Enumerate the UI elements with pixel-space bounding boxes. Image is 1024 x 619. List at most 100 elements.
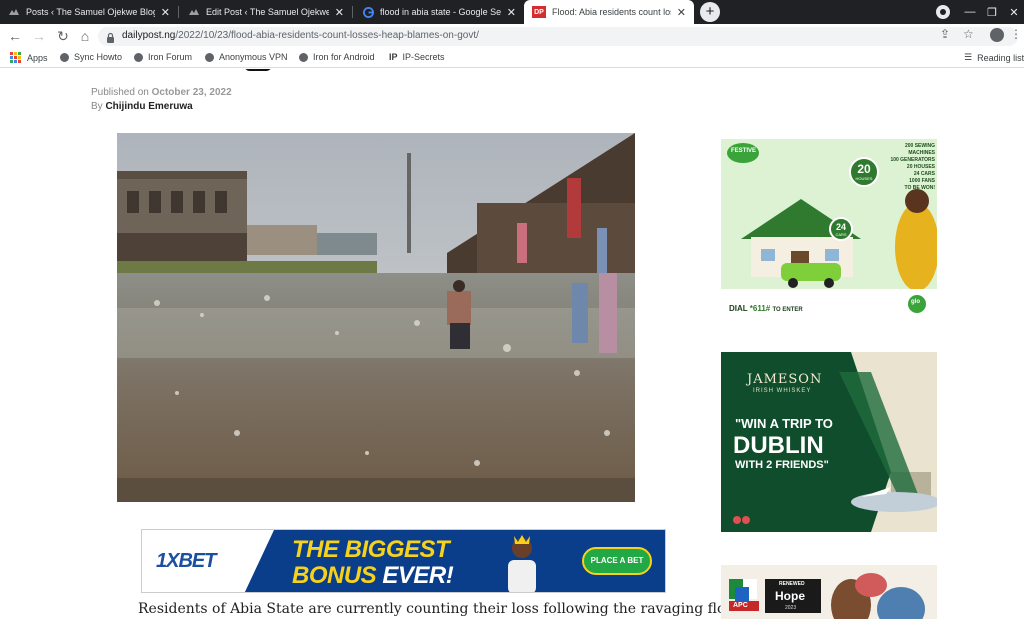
bookmark-label: Apps xyxy=(27,52,48,63)
close-window-icon[interactable]: ✕ xyxy=(1004,0,1024,24)
hope-label: Hope xyxy=(775,589,805,603)
page-content: Published on October 23, 2022 By Chijind… xyxy=(0,69,1024,619)
byline: By Chijindu Emeruwa xyxy=(91,101,193,112)
jameson-brand: JAMESON xyxy=(747,372,823,387)
share-icon[interactable]: ⇪ xyxy=(940,27,950,41)
bookmark-star-icon[interactable]: ☆ xyxy=(963,27,974,41)
apc-ad-graphic xyxy=(721,565,937,619)
1xbet-headline-bonus: BONUS xyxy=(292,562,377,589)
year-label: 2023 xyxy=(785,605,797,611)
houses-count: 20 xyxy=(857,162,871,176)
reading-list-label: Reading list xyxy=(977,52,1024,63)
tab-separator xyxy=(178,6,179,18)
forward-button[interactable]: → xyxy=(30,27,48,45)
bookmark-sync-howto[interactable]: Sync Howto xyxy=(60,52,122,62)
glo-festive-ad[interactable]: FESTIVE 20 HOUSES 24 CARS 200 SEWING MAC… xyxy=(721,139,937,319)
tab-strip: Posts ‹ The Samuel Ojekwe Blog ✕ Edit Po… xyxy=(0,0,1024,24)
url-text: dailypost.ng/2022/10/23/flood-abia-resid… xyxy=(122,30,479,41)
google-icon xyxy=(362,6,374,18)
ip-icon: IP xyxy=(389,52,398,62)
1xbet-ad-banner[interactable]: 1XBET THE BIGGEST BONUS EVER! PLACE A BE… xyxy=(141,529,666,593)
profile-avatar[interactable] xyxy=(990,28,1004,42)
bookmark-label: Iron for Android xyxy=(313,52,375,62)
cars-badge: 24 CARS xyxy=(829,217,853,241)
close-icon[interactable]: ✕ xyxy=(335,6,344,19)
browser-toolbar: ← → ↻ ⌂ dailypost.ng/2022/10/23/flood-ab… xyxy=(0,24,1024,48)
jameson-ad[interactable]: JAMESON IRISH WHISKEY "WIN A TRIP TO DUB… xyxy=(721,352,937,532)
bookmark-anonymous-vpn[interactable]: Anonymous VPN xyxy=(205,52,288,62)
flood-scene-image xyxy=(117,133,635,502)
prize-list: 200 SEWING MACHINES 100 GENERATORS 20 HO… xyxy=(890,143,935,191)
close-icon[interactable]: ✕ xyxy=(507,6,516,19)
bookmark-label: Sync Howto xyxy=(74,52,123,62)
more-menu-icon[interactable]: ⋮ xyxy=(1010,27,1022,41)
back-button[interactable]: ← xyxy=(6,27,24,45)
ad-divider-shape xyxy=(244,530,274,592)
bookmark-iron-forum[interactable]: Iron Forum xyxy=(134,52,192,62)
new-tab-button[interactable]: + xyxy=(700,2,720,22)
bookmark-label: Iron Forum xyxy=(148,52,193,62)
tab-google-search[interactable]: flood in abia state - Google Search ✕ xyxy=(354,0,524,24)
1xbet-logo-panel: 1XBET xyxy=(142,530,244,592)
cars-count: 24 xyxy=(835,222,846,232)
url-host: dailypost.ng xyxy=(122,30,176,41)
home-button[interactable]: ⌂ xyxy=(76,27,94,45)
article-photo xyxy=(117,133,635,502)
tab-title: Posts ‹ The Samuel Ojekwe Blog xyxy=(26,7,155,17)
jameson-sub: IRISH WHISKEY xyxy=(753,388,812,394)
apps-grid-icon xyxy=(10,52,21,63)
close-icon[interactable]: ✕ xyxy=(161,6,170,19)
tab-dailypost[interactable]: DP Flood: Abia residents count losses ✕ xyxy=(524,0,694,24)
bookmark-apps[interactable]: Apps xyxy=(10,52,48,63)
globe-icon xyxy=(299,52,308,62)
published-prefix: Published on xyxy=(91,87,149,98)
reload-button[interactable]: ↻ xyxy=(54,27,72,45)
tab-edit-post[interactable]: Edit Post ‹ The Samuel Ojekwe Blog ✕ xyxy=(180,0,352,24)
tab-posts[interactable]: Posts ‹ The Samuel Ojekwe Blog ✕ xyxy=(0,0,178,24)
article-first-paragraph: Residents of Abia State are currently co… xyxy=(138,601,743,617)
url-path: /2022/10/23/flood-abia-residents-count-l… xyxy=(175,30,479,41)
houses-badge: 20 HOUSES xyxy=(849,157,879,187)
cars-label: CARS xyxy=(835,232,847,237)
minimize-icon[interactable]: — xyxy=(960,0,980,24)
by-prefix: By xyxy=(91,101,103,112)
jameson-line-3: WITH 2 FRIENDS" xyxy=(735,459,829,471)
reading-list-button[interactable]: ☰ Reading list xyxy=(964,52,1024,63)
restore-icon[interactable]: ❐ xyxy=(982,0,1002,24)
jameson-line-2: DUBLIN xyxy=(733,432,824,459)
wordpress-icon xyxy=(8,6,20,18)
globe-icon xyxy=(60,52,69,62)
bookmark-ip-secrets[interactable]: IP IP-Secrets xyxy=(389,52,445,62)
address-bar[interactable]: dailypost.ng/2022/10/23/flood-abia-resid… xyxy=(98,27,1018,46)
wordpress-icon xyxy=(188,6,200,18)
dial-prefix: DIAL xyxy=(729,304,748,313)
apc-logo-text: APC xyxy=(733,602,748,609)
dial-suffix: TO ENTER xyxy=(772,307,803,313)
reading-list-icon: ☰ xyxy=(964,52,973,62)
dailypost-favicon-icon: DP xyxy=(532,6,546,18)
1xbet-headline-2: BONUS EVER! xyxy=(292,562,454,590)
bookmark-label: Anonymous VPN xyxy=(219,52,288,62)
bookmark-iron-for-android[interactable]: Iron for Android xyxy=(299,52,375,62)
tab-title: Edit Post ‹ The Samuel Ojekwe Blog xyxy=(206,7,329,17)
globe-icon xyxy=(205,52,214,62)
article-heading-fragment xyxy=(244,69,272,71)
bookmark-label: IP-Secrets xyxy=(402,52,445,62)
dial-code: *611# xyxy=(749,304,771,313)
globe-icon xyxy=(134,52,143,62)
bookmarks-bar: Apps Sync Howto Iron Forum Anonymous VPN… xyxy=(0,48,1024,68)
place-a-bet-button[interactable]: PLACE A BET xyxy=(582,547,652,575)
ad-presenter-figure xyxy=(508,535,536,592)
tab-separator xyxy=(352,6,353,18)
lock-icon xyxy=(106,30,115,43)
apc-campaign-ad[interactable]: APC RENEWED Hope 2023 xyxy=(721,565,937,619)
renewed-label: RENEWED xyxy=(779,581,805,587)
close-icon[interactable]: ✕ xyxy=(677,6,686,19)
author-link[interactable]: Chijindu Emeruwa xyxy=(105,101,192,112)
dial-line: DIAL *611# TO ENTER xyxy=(729,304,803,313)
jameson-line-1: "WIN A TRIP TO xyxy=(735,416,833,431)
published-line: Published on October 23, 2022 xyxy=(91,87,232,98)
profile-menu-icon[interactable] xyxy=(932,0,954,24)
houses-label: HOUSES xyxy=(855,176,873,181)
tab-title: flood in abia state - Google Search xyxy=(380,7,501,17)
